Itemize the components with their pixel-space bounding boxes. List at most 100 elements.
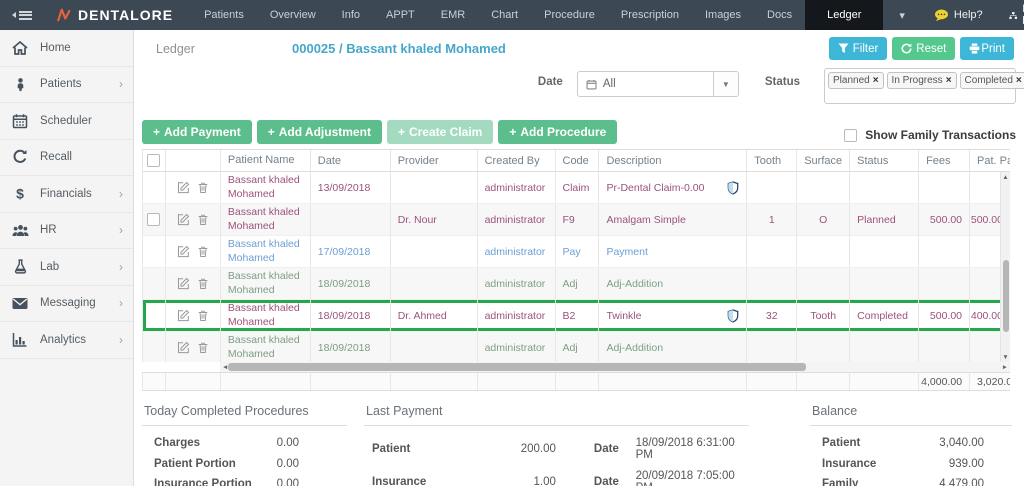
brand-logo[interactable]: DENTALORE — [42, 0, 191, 30]
help-button[interactable]: Help? — [921, 0, 996, 30]
status-chip-planned[interactable]: Planned× — [828, 72, 884, 89]
edit-icon[interactable] — [177, 213, 190, 226]
sidebar-item-lab[interactable]: Lab › — [0, 249, 133, 286]
col-date[interactable]: Date — [311, 150, 391, 171]
close-icon[interactable]: × — [873, 75, 879, 86]
scroll-down-icon[interactable]: ▼ — [1001, 352, 1010, 362]
chevron-right-icon: › — [119, 296, 123, 310]
delete-icon[interactable] — [197, 181, 209, 194]
add-payment-button[interactable]: +Add Payment — [142, 120, 252, 144]
sidebar-item-patients[interactable]: Patients › — [0, 67, 133, 104]
nav-more-dropdown[interactable]: ▾ — [883, 0, 921, 30]
col-provider[interactable]: Provider — [391, 150, 478, 171]
nav-item-ledger[interactable]: Ledger — [805, 0, 883, 30]
nav-item-patients[interactable]: Patients — [191, 0, 257, 30]
status-chip-completed[interactable]: Completed× — [960, 72, 1024, 89]
caret-down-icon[interactable]: ▼ — [713, 72, 738, 96]
select-all-checkbox[interactable] — [147, 154, 160, 167]
cell-status: Completed — [850, 300, 919, 331]
delete-icon[interactable] — [197, 213, 209, 226]
vertical-scroll-thumb[interactable] — [1003, 260, 1009, 332]
sidebar-toggle-button[interactable] — [0, 0, 42, 30]
nav-item-chart[interactable]: Chart — [478, 0, 531, 30]
sidebar-item-label: Financials — [40, 188, 92, 200]
vertical-scrollbar[interactable]: ▲ ▼ — [1000, 172, 1010, 362]
sidebar-item-recall[interactable]: Recall — [0, 140, 133, 177]
col-surface[interactable]: Surface — [797, 150, 850, 171]
last-payment-section: Last Payment Patient 200.00 Date 18/09/2… — [364, 400, 749, 486]
sidebar-item-label: Patients — [40, 78, 82, 90]
table-row[interactable]: Bassant khaled Mohamed 18/09/2018 admini… — [143, 332, 1010, 362]
print-button[interactable]: Print — [960, 37, 1014, 60]
sidebar-item-scheduler[interactable]: Scheduler — [0, 103, 133, 140]
table-row[interactable]: Bassant khaled Mohamed 13/09/2018 admini… — [143, 172, 1010, 204]
nav-item-images[interactable]: Images — [692, 0, 754, 30]
recall-icon — [0, 149, 40, 165]
col-patient-name[interactable]: Patient Name — [221, 150, 311, 171]
table-row[interactable]: Bassant khaled Mohamed 18/09/2018 Dr. Ah… — [143, 300, 1010, 332]
nav-item-prescription[interactable]: Prescription — [608, 0, 692, 30]
col-fees[interactable]: Fees — [919, 150, 970, 171]
date-filter-select[interactable]: All ▼ — [577, 71, 739, 97]
show-family-transactions[interactable]: Show Family Transactions — [844, 128, 1016, 142]
status-filter-box[interactable]: Planned× In Progress× Completed× — [824, 68, 1016, 104]
nav-item-emr[interactable]: EMR — [428, 0, 478, 30]
close-icon[interactable]: × — [1016, 75, 1022, 86]
edit-icon[interactable] — [177, 309, 190, 322]
table-row[interactable]: Bassant khaled Mohamed 17/09/2018 admini… — [143, 236, 1010, 268]
table-row[interactable]: Bassant khaled Mohamed Dr. Nour administ… — [143, 204, 1010, 236]
delete-icon[interactable] — [197, 277, 209, 290]
delete-icon[interactable] — [197, 245, 209, 258]
delete-icon[interactable] — [197, 309, 209, 322]
status-chip-in-progress[interactable]: In Progress× — [887, 72, 957, 89]
sidebar-item-analytics[interactable]: Analytics › — [0, 322, 133, 359]
add-adjustment-button[interactable]: +Add Adjustment — [257, 120, 382, 144]
family-transactions-checkbox[interactable] — [844, 129, 857, 142]
table-row[interactable]: Bassant khaled Mohamed 18/09/2018 admini… — [143, 268, 1010, 300]
ledger-table: Patient Name Date Provider Created By Co… — [142, 149, 1010, 391]
add-procedure-button[interactable]: +Add Procedure — [498, 120, 617, 144]
close-icon[interactable]: × — [946, 75, 952, 86]
cell-description: Pr-Dental Claim-0.00 — [599, 172, 747, 203]
delete-icon[interactable] — [197, 341, 209, 354]
horizontal-scrollbar[interactable]: ◄ ► — [220, 362, 1010, 372]
edit-icon[interactable] — [177, 181, 190, 194]
total-fees: 4,000.00 — [919, 373, 970, 390]
row-checkbox[interactable] — [147, 213, 160, 226]
horizontal-scroll-thumb[interactable] — [228, 363, 806, 371]
reset-button[interactable]: Reset — [892, 37, 955, 60]
cell-status: Planned — [850, 204, 919, 235]
scroll-up-icon[interactable]: ▲ — [1001, 172, 1010, 182]
col-created-by[interactable]: Created By — [478, 150, 556, 171]
sidebar-item-financials[interactable]: $ Financials › — [0, 176, 133, 213]
col-pat-paid[interactable]: Pat. Pa — [970, 150, 1010, 171]
cell-fees — [919, 332, 970, 362]
sidebar-item-messaging[interactable]: Messaging › — [0, 286, 133, 323]
nav-item-procedure[interactable]: Procedure — [531, 0, 608, 30]
patient-link[interactable]: 000025 / Bassant khaled Mohamed — [292, 41, 506, 56]
nav-item-appt[interactable]: APPT — [373, 0, 428, 30]
filter-row: Date All ▼ Status Planned× In Progress× … — [142, 68, 1016, 106]
caret-down-icon: ▾ — [899, 9, 905, 22]
cell-status — [850, 268, 919, 299]
col-tooth[interactable]: Tooth — [747, 150, 797, 171]
nav-item-docs[interactable]: Docs — [754, 0, 805, 30]
col-code[interactable]: Code — [556, 150, 600, 171]
sidebar-item-label: Home — [40, 42, 71, 54]
edit-icon[interactable] — [177, 245, 190, 258]
col-description[interactable]: Description — [599, 150, 747, 171]
sidebar-item-hr[interactable]: HR › — [0, 213, 133, 250]
nav-item-info[interactable]: Info — [329, 0, 373, 30]
filter-button[interactable]: Filter — [829, 37, 888, 60]
create-claim-button[interactable]: +Create Claim — [387, 120, 493, 144]
scroll-right-icon[interactable]: ► — [1002, 364, 1008, 371]
edit-icon[interactable] — [177, 277, 190, 290]
calendar-icon — [0, 113, 40, 129]
cell-patient-name: Bassant khaled Mohamed — [221, 172, 311, 203]
branch-selector[interactable]: First branch — [996, 0, 1024, 30]
sidebar-item-home[interactable]: Home — [0, 30, 133, 67]
nav-item-overview[interactable]: Overview — [257, 0, 329, 30]
cell-patient-name: Bassant khaled Mohamed — [221, 268, 311, 299]
edit-icon[interactable] — [177, 341, 190, 354]
col-status[interactable]: Status — [850, 150, 919, 171]
